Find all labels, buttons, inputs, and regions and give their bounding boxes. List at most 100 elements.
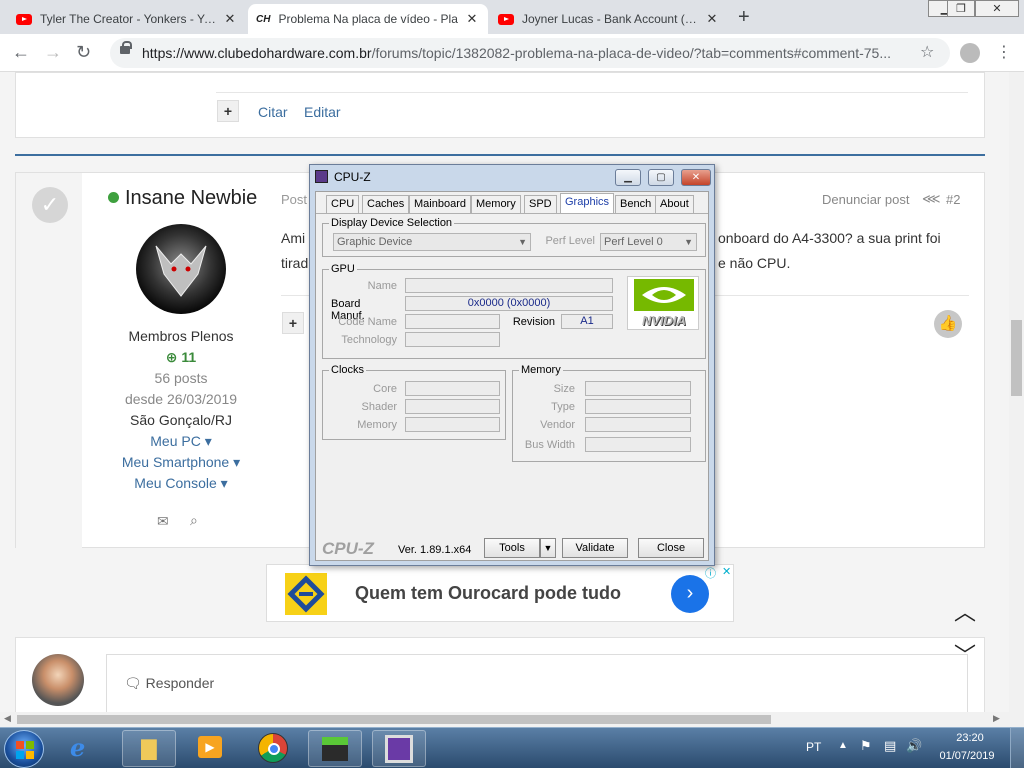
menu-dots-icon[interactable]: ⋮ [996, 42, 1012, 62]
close-tab-icon[interactable]: ✕ [704, 11, 720, 27]
horizontal-scroll-thumb[interactable] [17, 715, 771, 724]
cpuz-restore-button[interactable]: ▢ [648, 169, 674, 186]
ad-arrow-button[interactable]: › [671, 575, 709, 613]
author-name[interactable]: Insane Newbie [125, 187, 257, 210]
reload-icon[interactable]: ↻ [76, 42, 91, 63]
tab-memory[interactable]: Memory [471, 195, 521, 213]
thumbs-up-icon[interactable]: 👍 [934, 310, 962, 338]
cpuz-taskbar-icon [385, 734, 413, 763]
taskbar-file-explorer[interactable]: ▇ [122, 730, 176, 767]
cpuz-title: CPU-Z [334, 170, 371, 184]
graphic-device-select[interactable]: Graphic Device ▼ [333, 233, 531, 251]
perf-level-label: Perf Level [545, 235, 595, 247]
clock-date[interactable]: 01/07/2019 [934, 750, 1000, 762]
language-indicator[interactable]: PT [806, 740, 821, 754]
close-window-button[interactable]: ✕ [975, 0, 1019, 17]
cpuz-window[interactable]: CPU-Z ▁ ▢ ✕ CPU Caches Mainboard Memory … [309, 164, 715, 566]
revision-field: A1 [561, 314, 613, 329]
scroll-up-chevron-icon[interactable]: ︿ [954, 595, 976, 627]
post-sidebar-strip [16, 173, 82, 549]
nvidia-wordmark: NVIDIA [641, 313, 687, 328]
media-player-icon[interactable]: ▶ [198, 736, 222, 758]
divider [216, 92, 968, 93]
tab-graphics[interactable]: Graphics [560, 193, 615, 214]
adchoices-icon[interactable]: ⓘ [705, 565, 716, 581]
nvidia-eye-icon [634, 279, 694, 311]
envelope-icon[interactable]: ✉ [157, 513, 169, 530]
close-tab-icon[interactable]: ✕ [464, 11, 480, 27]
tab-yonkers[interactable]: Tyler The Creator - Yonkers - You ✕ [8, 4, 246, 34]
tab-bench[interactable]: Bench [615, 195, 657, 213]
ad-text: Quem tem Ourocard pode tudo [355, 583, 622, 603]
show-desktop-button[interactable] [1010, 728, 1024, 768]
reply-editor[interactable]: 🗨 Responder [106, 654, 968, 712]
tab-about[interactable]: About [655, 195, 694, 213]
scroll-right-arrow-icon[interactable]: ▶ [993, 713, 1000, 724]
meu-pc-dropdown[interactable]: Meu PC ▾ [81, 433, 281, 450]
meu-pc-label: Meu PC [150, 433, 201, 449]
scroll-left-arrow-icon[interactable]: ◀ [4, 713, 11, 724]
chrome-icon[interactable] [258, 733, 288, 763]
perf-level-select[interactable]: Perf Level 0 ▼ [600, 233, 697, 251]
gpu-group: GPU Name Board Manuf. 0x0000 (0x0000) Co… [322, 263, 706, 359]
tab-cpu[interactable]: CPU [326, 195, 360, 213]
scroll-down-chevron-icon[interactable]: ﹀ [954, 638, 976, 670]
multiquote-plus-button[interactable]: + [217, 100, 239, 122]
reputation-badge[interactable]: ⊕ 11 [81, 349, 281, 366]
action-center-flag-icon[interactable]: ⚑ [860, 738, 872, 754]
close-button[interactable]: Close [638, 538, 704, 558]
back-arrow-icon[interactable]: ← [12, 42, 30, 63]
tab-caches[interactable]: Caches [362, 195, 410, 213]
tray-expand-icon[interactable]: ▲ [838, 740, 848, 751]
tab-problema[interactable]: CH Problema Na placa de vídeo - Pla ✕ [248, 4, 488, 34]
url-path: /forums/topic/1382082-problema-na-placa-… [371, 45, 891, 61]
vertical-scrollbar[interactable] [1009, 72, 1024, 712]
close-tab-icon[interactable]: ✕ [222, 11, 238, 27]
cpuz-minimize-button[interactable]: ▁ [615, 169, 641, 186]
horizontal-scrollbar[interactable]: ◀ ▶ [0, 712, 1024, 727]
member-rank: Membros Plenos [128, 328, 234, 344]
url-text[interactable]: https://www.clubedohardware.com.br/forum… [142, 45, 891, 61]
volume-icon[interactable]: 🔊 [906, 738, 922, 754]
reply-placeholder-text: Responder [145, 675, 215, 691]
address-bar[interactable]: https://www.clubedohardware.com.br/forum… [110, 38, 950, 68]
tab-mainboard[interactable]: Mainboard [409, 195, 471, 213]
cpuz-close-button[interactable]: ✕ [681, 169, 711, 186]
tab-bank-account[interactable]: Joyner Lucas - Bank Account (Re ✕ [490, 4, 728, 34]
report-post-link[interactable]: Denunciar post [822, 192, 909, 207]
share-icon[interactable]: ⋘ [922, 191, 941, 207]
tools-dropdown-arrow-icon[interactable]: ▼ [540, 538, 556, 558]
clocks-label: Clocks [329, 364, 367, 376]
start-button[interactable] [4, 730, 44, 768]
tools-button[interactable]: Tools [484, 538, 540, 558]
meu-console-dropdown[interactable]: Meu Console ▾ [81, 475, 281, 492]
quote-link[interactable]: Citar [258, 104, 288, 120]
profile-avatar-icon[interactable] [960, 43, 980, 63]
ad-banner[interactable]: Quem tem Ourocard pode tudo › ⓘ ✕ [266, 564, 734, 622]
clock-time[interactable]: 23:20 [940, 732, 1000, 744]
internet-explorer-icon[interactable]: ℯ [70, 734, 85, 763]
current-user-avatar[interactable] [32, 654, 84, 706]
restore-button[interactable]: ❐ [947, 0, 975, 17]
network-icon[interactable]: ▤ [884, 738, 896, 754]
edit-link[interactable]: Editar [304, 104, 341, 120]
meu-smartphone-dropdown[interactable]: Meu Smartphone ▾ [81, 454, 281, 471]
validate-button[interactable]: Validate [562, 538, 628, 558]
solution-check-icon[interactable]: ✓ [32, 187, 68, 223]
multiquote-plus-button[interactable]: + [282, 312, 304, 334]
ad-close-icon[interactable]: ✕ [722, 565, 731, 578]
author-avatar[interactable] [136, 224, 226, 314]
new-tab-button[interactable]: + [738, 6, 750, 29]
shader-label: Shader [361, 401, 397, 413]
taskbar-app-green[interactable] [308, 730, 362, 767]
folder-icon: ▇ [141, 738, 157, 760]
clubedohardware-icon: CH [256, 13, 271, 25]
vertical-scroll-thumb[interactable] [1011, 320, 1022, 396]
post-number-link[interactable]: #2 [946, 192, 960, 207]
bookmark-star-icon[interactable]: ☆ [920, 42, 934, 62]
search-icon[interactable]: ⌕ [190, 512, 198, 529]
taskbar-cpuz[interactable] [372, 730, 426, 767]
forward-arrow-icon[interactable]: → [44, 42, 62, 63]
caret-down-icon: ▾ [233, 454, 241, 470]
tab-spd[interactable]: SPD [524, 195, 557, 213]
